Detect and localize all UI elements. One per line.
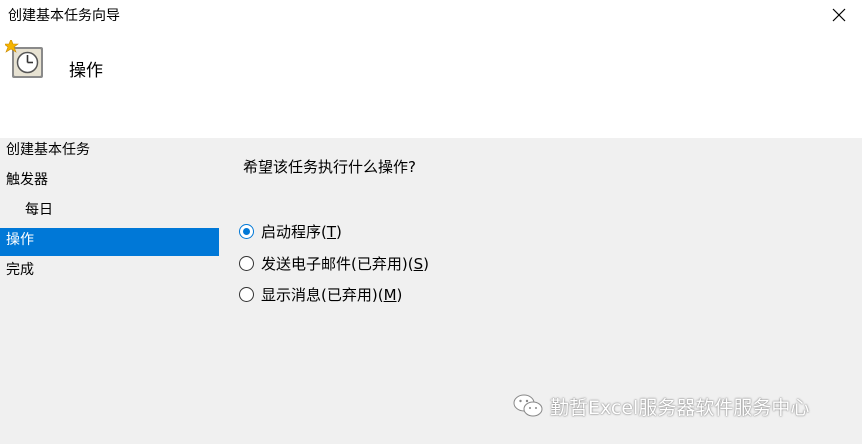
sidebar-item-finish[interactable]: 完成 [0, 258, 219, 286]
title-bar: 创建基本任务向导 [0, 0, 862, 30]
radio-start-program[interactable] [239, 223, 254, 239]
watermark: 勤哲Excel服务器软件服务中心 [512, 392, 809, 420]
wizard-steps-sidebar: 创建基本任务 触发器 每日 操作 完成 [0, 138, 220, 444]
page-title: 操作 [69, 61, 103, 81]
question-label: 希望该任务执行什么操作? [243, 158, 416, 176]
sidebar-item-create-basic-task[interactable]: 创建基本任务 [0, 138, 219, 166]
content-panel: 创建基本任务 触发器 每日 操作 完成 希望该任务执行什么操作? 启动程序(T)… [0, 138, 862, 444]
close-button[interactable] [816, 0, 862, 30]
option-label: 显示消息(已弃用)(M) [261, 285, 403, 304]
option-label: 发送电子邮件(已弃用)(S) [261, 254, 429, 273]
sidebar-item-action[interactable]: 操作 [0, 228, 219, 256]
window-title: 创建基本任务向导 [8, 8, 120, 24]
option-label: 启动程序(T) [261, 222, 342, 241]
radio-display-message[interactable] [239, 286, 254, 302]
close-icon [832, 8, 846, 22]
watermark-text: 勤哲Excel服务器软件服务中心 [550, 396, 810, 419]
option-start-program[interactable]: 启动程序(T) [239, 220, 342, 242]
header: 操作 [0, 30, 862, 138]
scheduled-task-clock-icon [5, 40, 43, 78]
sidebar-item-daily[interactable]: 每日 [0, 198, 219, 226]
option-display-message[interactable]: 显示消息(已弃用)(M) [239, 283, 402, 305]
wechat-icon [513, 394, 543, 417]
option-send-email[interactable]: 发送电子邮件(已弃用)(S) [239, 252, 429, 274]
sidebar-item-trigger[interactable]: 触发器 [0, 168, 219, 196]
radio-send-email[interactable] [239, 255, 254, 271]
